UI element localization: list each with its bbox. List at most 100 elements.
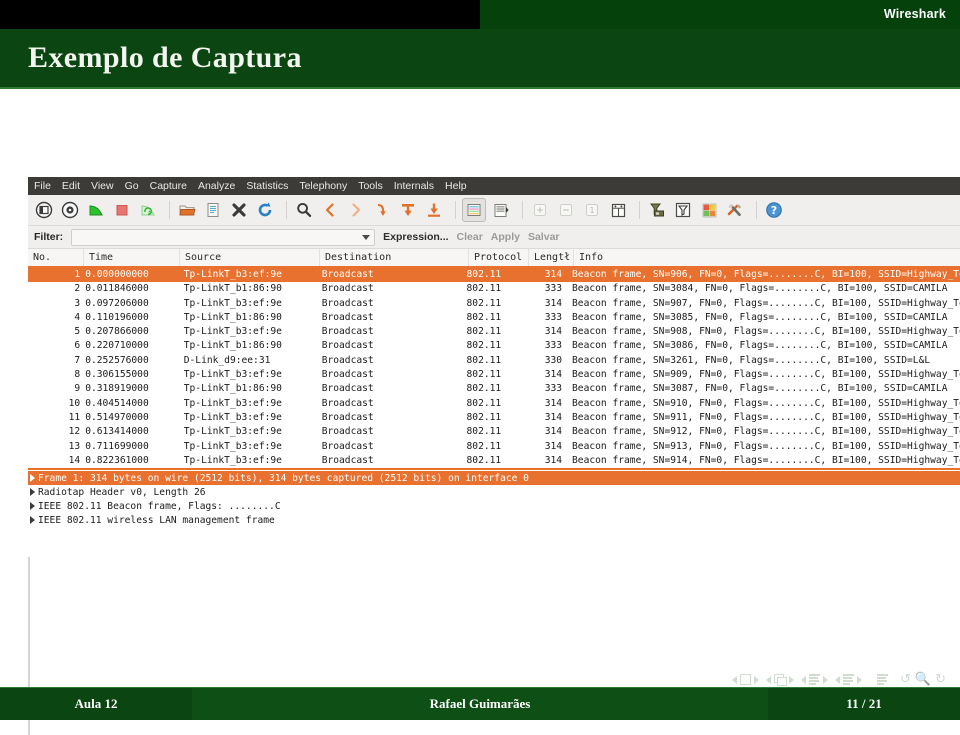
auto-scroll-icon[interactable]	[490, 199, 512, 221]
packet-row[interactable]: 11 0.514970000 Tp-LinkT_b3:ef:9e Broadcast 8…	[28, 411, 960, 425]
clear-filter-button[interactable]: Clear	[457, 231, 483, 243]
menu-item-telephony[interactable]: Telephony	[299, 180, 347, 192]
svg-text:?: ?	[771, 204, 777, 217]
restart-capture-icon[interactable]	[137, 199, 159, 221]
packet-row[interactable]: 14 0.822361000 Tp-LinkT_b3:ef:9e Broadcast 8…	[28, 454, 960, 468]
expression-button[interactable]: Expression...	[383, 231, 448, 243]
prev-subsection-icon[interactable]	[766, 675, 771, 684]
menu-item-analyze[interactable]: Analyze	[198, 180, 235, 192]
packet-row[interactable]: 6 0.220710000 Tp-LinkT_b1:86:90 Broadcast 80…	[28, 339, 960, 353]
packet-row[interactable]: 4 0.110196000 Tp-LinkT_b1:86:90 Broadcast 80…	[28, 311, 960, 325]
help-icon[interactable]: ?	[763, 199, 785, 221]
frame-icon[interactable]	[740, 674, 751, 685]
start-capture-icon[interactable]	[85, 199, 107, 221]
go-forward-icon[interactable]	[345, 199, 367, 221]
chevron-down-icon[interactable]	[362, 234, 371, 240]
colorize-icon[interactable]	[462, 198, 486, 222]
list-interfaces-icon[interactable]	[33, 199, 55, 221]
expand-triangle-icon[interactable]	[30, 488, 35, 497]
expand-triangle-icon[interactable]	[30, 502, 35, 511]
menu-item-capture[interactable]: Capture	[150, 180, 187, 192]
menu-item-view[interactable]: View	[91, 180, 114, 192]
back-icon[interactable]: ↺	[900, 672, 911, 687]
preferences-icon[interactable]	[724, 199, 746, 221]
packet-cell-info: Beacon frame, SN=3261, FN=0, Flags=.....…	[572, 354, 931, 366]
column-header-no[interactable]: No.	[28, 249, 84, 266]
column-header-length[interactable]: Lengtł	[529, 249, 574, 266]
packet-row[interactable]: 13 0.711699000 Tp-LinkT_b3:ef:9e Broadcast 8…	[28, 440, 960, 454]
resize-columns-icon[interactable]	[607, 199, 629, 221]
packet-row[interactable]: 5 0.207866000 Tp-LinkT_b3:ef:9e Broadcast 80…	[28, 325, 960, 339]
menu-item-tools[interactable]: Tools	[358, 180, 383, 192]
reload-file-icon[interactable]	[254, 199, 276, 221]
packet-row[interactable]: 2 0.011846000 Tp-LinkT_b1:86:90 Broadcast 80…	[28, 282, 960, 296]
zoom-reset-icon[interactable]: 1	[581, 199, 603, 221]
go-back-icon[interactable]	[319, 199, 341, 221]
go-to-first-packet-icon[interactable]	[397, 199, 419, 221]
section-tab-wireshark[interactable]: Wireshark	[884, 0, 960, 29]
column-header-protocol[interactable]: Protocol	[469, 249, 529, 266]
detail-tree-item[interactable]: Frame 1: 314 bytes on wire (2512 bits), …	[28, 471, 960, 486]
slides-icon[interactable]	[774, 674, 787, 686]
menu-item-statistics[interactable]: Statistics	[246, 180, 288, 192]
packet-cell-length: 330	[544, 354, 563, 366]
column-header-source[interactable]: Source	[180, 249, 320, 266]
packet-cell-destination: Broadcast	[321, 354, 374, 366]
menu-item-edit[interactable]: Edit	[62, 180, 80, 192]
prev-doc-icon[interactable]	[835, 675, 840, 684]
filter-input[interactable]	[71, 228, 376, 246]
section-lines-icon[interactable]	[809, 674, 820, 685]
go-to-packet-icon[interactable]	[371, 199, 393, 221]
prev-section-icon[interactable]	[801, 675, 806, 684]
menu-item-go[interactable]: Go	[125, 180, 139, 192]
next-subsection-icon[interactable]	[789, 675, 794, 684]
capture-options-icon[interactable]	[59, 199, 81, 221]
packet-row[interactable]: 1 0.000000000 Tp-LinkT_b3:ef:9e Broadcast 80…	[28, 268, 960, 283]
close-file-icon[interactable]	[228, 199, 250, 221]
coloring-rules-icon[interactable]	[698, 199, 720, 221]
detail-tree-item[interactable]: Radiotap Header v0, Length 26	[28, 485, 960, 499]
zoom-out-icon[interactable]	[555, 199, 577, 221]
forward-icon[interactable]: ↻	[935, 672, 946, 687]
find-packet-icon[interactable]	[293, 199, 315, 221]
packet-cell-protocol: 802.11	[466, 311, 502, 323]
packet-cell-length: 314	[544, 426, 563, 438]
packet-row[interactable]: 3 0.097206000 Tp-LinkT_b3:ef:9e Broadcast 80…	[28, 297, 960, 311]
packet-cell-no: 2	[74, 283, 81, 295]
column-header-info[interactable]: Info	[574, 249, 960, 266]
next-doc-icon[interactable]	[857, 675, 862, 684]
detail-tree-item[interactable]: IEEE 802.11 wireless LAN management fram…	[28, 513, 960, 527]
apply-filter-button[interactable]: Apply	[491, 231, 520, 243]
search-icon[interactable]: 🔍	[915, 672, 931, 687]
next-section-icon[interactable]	[823, 675, 828, 684]
packet-row[interactable]: 7 0.252576000 D-Link_d9:ee:31 Broadcast 802.…	[28, 354, 960, 368]
menu-item-internals[interactable]: Internals	[394, 180, 434, 192]
doc-lines-icon[interactable]	[843, 674, 854, 685]
packet-row[interactable]: 8 0.306155000 Tp-LinkT_b3:ef:9e Broadcast 80…	[28, 368, 960, 382]
menu-item-file[interactable]: File	[34, 180, 51, 192]
packet-row[interactable]: 9 0.318919000 Tp-LinkT_b1:86:90 Broadcast 80…	[28, 382, 960, 396]
packet-row[interactable]: 12 0.613414000 Tp-LinkT_b3:ef:9e Broadcast 8…	[28, 425, 960, 439]
prev-frame-icon[interactable]	[732, 675, 737, 684]
column-header-destination[interactable]: Destination	[320, 249, 469, 266]
save-filter-button[interactable]: Salvar	[528, 231, 560, 243]
next-frame-icon[interactable]	[754, 675, 759, 684]
save-file-icon[interactable]	[202, 199, 224, 221]
expand-triangle-icon[interactable]	[30, 474, 35, 483]
display-filters-icon[interactable]	[672, 199, 694, 221]
packet-cell-time: 0.000000000	[85, 269, 149, 280]
open-file-icon[interactable]	[176, 199, 198, 221]
all-lines-icon[interactable]	[877, 674, 888, 685]
detail-tree-item[interactable]: IEEE 802.11 Beacon frame, Flags: .......…	[28, 499, 960, 513]
packet-row[interactable]: 10 0.404514000 Tp-LinkT_b3:ef:9e Broadcast 8…	[28, 397, 960, 411]
stop-capture-icon[interactable]	[111, 199, 133, 221]
packet-cell-info: Beacon frame, SN=914, FN=0, Flags=......…	[572, 454, 960, 466]
column-header-time[interactable]: Time	[84, 249, 180, 266]
expand-triangle-icon[interactable]	[30, 516, 35, 525]
menu-item-help[interactable]: Help	[445, 180, 467, 192]
zoom-in-icon[interactable]	[529, 199, 551, 221]
capture-filters-icon[interactable]	[646, 199, 668, 221]
toolbar-separator	[286, 201, 287, 219]
go-to-last-packet-icon[interactable]	[423, 199, 445, 221]
packet-cell-protocol: 802.11	[466, 354, 502, 366]
